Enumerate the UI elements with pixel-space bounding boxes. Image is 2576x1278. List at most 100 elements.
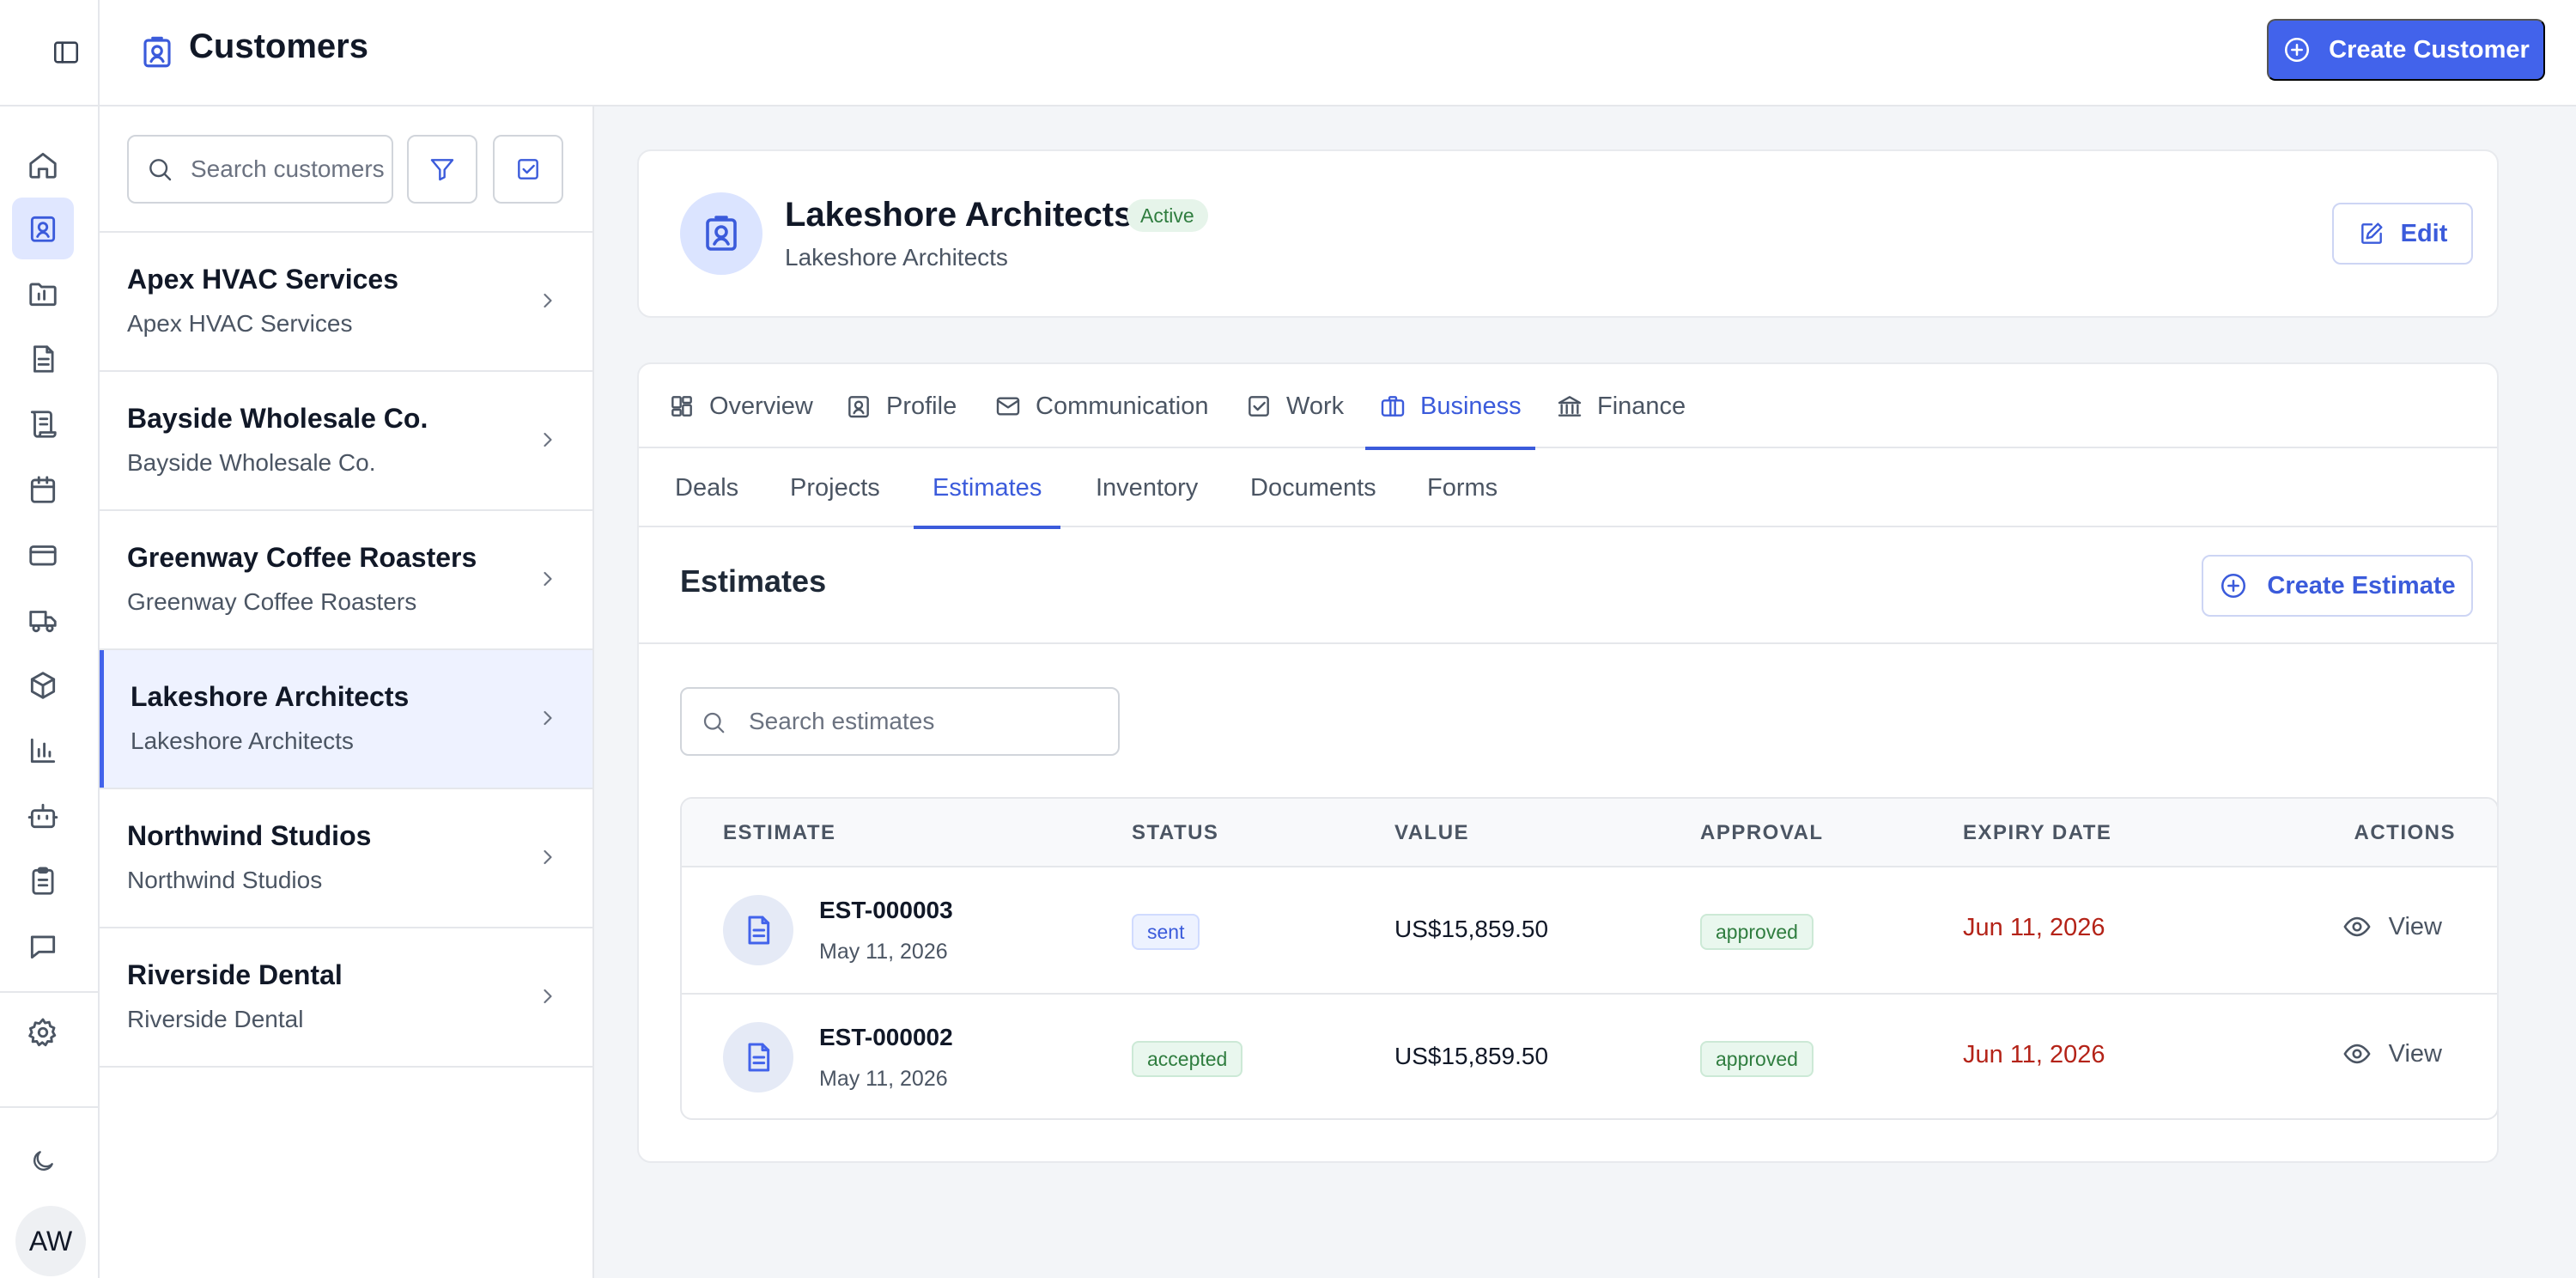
rail-settings[interactable]	[12, 1001, 74, 1063]
subtab-documents[interactable]: Documents	[1250, 448, 1376, 527]
rail-inventory[interactable]	[12, 654, 74, 716]
view-button[interactable]: View	[2342, 1039, 2442, 1068]
rail-documents[interactable]	[12, 328, 74, 390]
tab-finance[interactable]: Finance	[1556, 364, 1686, 448]
estimate-search[interactable]	[680, 687, 1120, 756]
theme-toggle[interactable]	[12, 1130, 74, 1192]
page-title: Customers	[189, 27, 368, 65]
edit-label: Edit	[2400, 219, 2448, 247]
rail-delivery[interactable]	[12, 589, 74, 651]
estimate-search-input[interactable]	[749, 689, 1109, 754]
customer-list-item[interactable]: Apex HVAC Services Apex HVAC Services	[100, 233, 592, 372]
customer-subtitle: Riverside Dental	[127, 1006, 304, 1032]
view-button[interactable]: View	[2342, 912, 2442, 941]
customer-list-item-selected[interactable]: Lakeshore Architects Lakeshore Architect…	[100, 650, 592, 789]
secondary-tabs: Deals Projects Estimates Inventory Docum…	[639, 448, 2497, 529]
rail-messages[interactable]	[12, 916, 74, 977]
eye-icon	[2342, 912, 2372, 941]
customer-name: Riverside Dental	[127, 959, 343, 990]
rail-projects[interactable]	[12, 263, 74, 325]
expiry-date: Jun 11, 2026	[1963, 914, 2105, 941]
estimates-section-header: Estimates Create Estimate	[639, 527, 2497, 644]
subtab-inventory[interactable]: Inventory	[1096, 448, 1198, 527]
estimate-date: May 11, 2026	[819, 1067, 948, 1091]
rail-billing[interactable]	[12, 524, 74, 586]
customer-subtitle: Bayside Wholesale Co.	[127, 449, 376, 476]
rail-customers[interactable]	[12, 198, 74, 259]
tab-overview[interactable]: Overview	[668, 364, 813, 448]
customer-search-input[interactable]	[191, 137, 388, 202]
rail-calendar[interactable]	[12, 459, 74, 520]
tab-label: Communication	[1036, 392, 1209, 420]
tab-label: Business	[1420, 392, 1522, 420]
top-header: Customers Create Customer	[0, 0, 2576, 106]
status-badge: sent	[1132, 914, 1200, 950]
column-header: ACTIONS	[2354, 821, 2456, 844]
bank-icon	[1556, 393, 1583, 420]
customer-name: Northwind Studios	[127, 820, 372, 851]
table-row[interactable]: EST-000003 May 11, 2026 sent US$15,859.5…	[682, 867, 2497, 993]
user-avatar[interactable]: AW	[15, 1206, 86, 1276]
edit-button[interactable]: Edit	[2332, 203, 2473, 265]
rail-automation[interactable]	[12, 785, 74, 847]
create-estimate-button[interactable]: Create Estimate	[2202, 555, 2473, 617]
primary-tabs: Overview Profile Communication Work Busi…	[639, 364, 2497, 450]
subtab-forms[interactable]: Forms	[1427, 448, 1498, 527]
rail-contracts[interactable]	[12, 393, 74, 455]
subtab-deals[interactable]: Deals	[675, 448, 738, 527]
customer-subtitle: Greenway Coffee Roasters	[127, 588, 417, 615]
customer-list-panel: Apex HVAC Services Apex HVAC Services Ba…	[100, 106, 594, 1278]
column-header: EXPIRY DATE	[1963, 821, 2112, 844]
chevron-right-icon	[536, 982, 560, 1011]
customer-list-item[interactable]: Bayside Wholesale Co. Bayside Wholesale …	[100, 372, 592, 511]
folder-chart-icon	[27, 277, 59, 310]
plus-circle-icon	[2282, 35, 2312, 64]
table-header: ESTIMATE STATUS VALUE APPROVAL EXPIRY DA…	[682, 799, 2497, 867]
sidebar-toggle-icon[interactable]	[52, 38, 81, 67]
rail-tasks[interactable]	[12, 850, 74, 912]
clipboard-icon	[27, 865, 59, 898]
subtab-projects[interactable]: Projects	[790, 448, 880, 527]
chevron-right-icon	[536, 703, 560, 733]
estimate-value: US$15,859.50	[1394, 916, 1549, 942]
customer-name: Greenway Coffee Roasters	[127, 542, 477, 573]
chevron-right-icon	[536, 286, 560, 315]
checkbox-icon	[1245, 393, 1273, 420]
table-row[interactable]: EST-000002 May 11, 2026 accepted US$15,8…	[682, 993, 2497, 1118]
customer-name: Bayside Wholesale Co.	[127, 403, 428, 434]
estimates-table: ESTIMATE STATUS VALUE APPROVAL EXPIRY DA…	[680, 797, 2497, 1120]
create-customer-button[interactable]: Create Customer	[2267, 19, 2545, 81]
customer-list-item[interactable]: Riverside Dental Riverside Dental	[100, 928, 592, 1068]
rail-reports[interactable]	[12, 720, 74, 782]
tab-communication[interactable]: Communication	[994, 364, 1208, 448]
tab-profile[interactable]: Profile	[845, 364, 957, 448]
subtab-estimates[interactable]: Estimates	[913, 448, 1061, 529]
column-header: STATUS	[1132, 821, 1219, 844]
estimate-number: EST-000002	[819, 1024, 953, 1050]
filter-button[interactable]	[407, 135, 477, 204]
rail-divider	[0, 991, 100, 993]
tab-label: Work	[1286, 392, 1345, 420]
calendar-icon	[27, 473, 59, 506]
view-label: View	[2388, 912, 2442, 940]
customer-list-item[interactable]: Northwind Studios Northwind Studios	[100, 789, 592, 928]
message-icon	[27, 930, 59, 963]
customer-card-icon	[845, 393, 872, 420]
select-mode-button[interactable]	[493, 135, 563, 204]
customer-list-item[interactable]: Greenway Coffee Roasters Greenway Coffee…	[100, 511, 592, 650]
bot-icon	[27, 800, 59, 832]
rail-home[interactable]	[12, 134, 74, 196]
chevron-right-icon	[536, 425, 560, 454]
document-icon	[27, 343, 59, 375]
tab-label: Finance	[1597, 392, 1686, 420]
approval-badge: approved	[1700, 1041, 1814, 1077]
customer-list: Apex HVAC Services Apex HVAC Services Ba…	[100, 231, 592, 1068]
customer-company: Lakeshore Architects	[785, 244, 1008, 271]
estimate-date: May 11, 2026	[819, 940, 948, 964]
customer-search[interactable]	[127, 135, 393, 204]
section-title: Estimates	[680, 563, 827, 599]
tab-business[interactable]: Business	[1365, 364, 1535, 450]
gear-icon	[27, 1016, 59, 1049]
tab-work[interactable]: Work	[1245, 364, 1344, 448]
customer-subtitle: Northwind Studios	[127, 867, 323, 893]
